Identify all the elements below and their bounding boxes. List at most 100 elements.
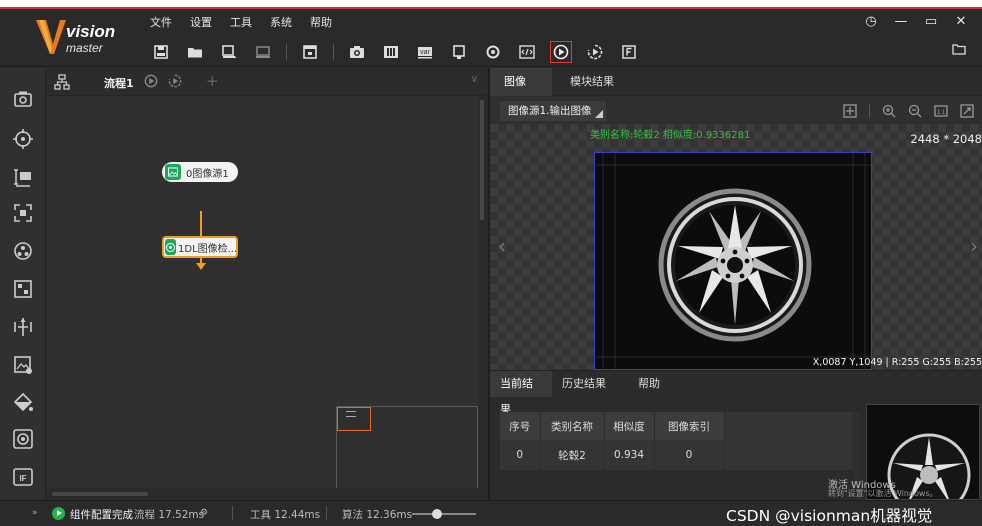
- toolbar-divider: [333, 44, 334, 60]
- controller-button[interactable]: [380, 41, 402, 63]
- column-header[interactable]: 图像索引: [654, 412, 725, 440]
- tab-module-result[interactable]: 模块结果: [556, 68, 628, 96]
- save-button[interactable]: [150, 41, 172, 63]
- actual-size-icon[interactable]: 1:1: [934, 104, 948, 118]
- import-icon: [256, 46, 270, 58]
- rail-measure[interactable]: [12, 166, 34, 188]
- table-cell: 0: [500, 440, 541, 470]
- camera-icon: [14, 91, 32, 107]
- image-viewer[interactable]: 类别名称:轮毂2 相似度:0.9336281 2448 * 2048 ‹ › X…: [490, 124, 982, 370]
- menu-help[interactable]: 帮助: [310, 14, 332, 30]
- flow-vertical-scrollbar[interactable]: [478, 96, 486, 488]
- tab-help[interactable]: 帮助: [628, 371, 670, 397]
- column-header-filler: [724, 412, 854, 440]
- expand-icon[interactable]: »: [32, 508, 38, 518]
- time-settings-icon[interactable]: ⚙: [200, 508, 208, 518]
- node-label: 1DL图像检...: [178, 243, 238, 255]
- variable-button[interactable]: var: [414, 41, 436, 63]
- scrollbar-thumb[interactable]: [480, 100, 484, 220]
- menu-system[interactable]: 系统: [270, 14, 292, 30]
- column-header[interactable]: 类别名称: [540, 412, 605, 440]
- add-flow-button[interactable]: +: [206, 72, 219, 90]
- tab-history-result[interactable]: 历史结果: [552, 371, 616, 397]
- menu-file[interactable]: 文件: [150, 14, 172, 30]
- scan-icon: [14, 204, 32, 222]
- rail-location[interactable]: [12, 128, 34, 150]
- fit-view-icon[interactable]: [843, 104, 857, 118]
- close-button[interactable]: ✕: [954, 14, 968, 29]
- script-button[interactable]: [516, 41, 538, 63]
- loop-flow-icon[interactable]: [168, 74, 182, 88]
- zoom-out-icon[interactable]: [908, 104, 922, 118]
- help-clock-icon[interactable]: ◷: [864, 14, 878, 29]
- restore-button[interactable]: ▭: [924, 14, 938, 29]
- flow-tree-icon[interactable]: [54, 74, 70, 90]
- open-button[interactable]: [184, 41, 206, 63]
- run-once-button[interactable]: [550, 41, 572, 63]
- save-as-button[interactable]: [218, 41, 240, 63]
- menu-tools[interactable]: 工具: [230, 14, 252, 30]
- run-flow-icon[interactable]: [144, 74, 158, 88]
- rail-image-process[interactable]: [12, 354, 34, 376]
- run-loop-button[interactable]: [584, 41, 606, 63]
- global-variable-button[interactable]: [299, 41, 321, 63]
- controller-icon: [384, 46, 398, 58]
- rail-logic[interactable]: IF: [12, 466, 34, 488]
- image-tabs: 图像 模块结果: [490, 68, 982, 96]
- flow-node-dl-detection[interactable]: 1DL图像检...: [162, 236, 238, 258]
- play-circle-icon: [553, 44, 569, 60]
- tool-divider: [869, 104, 870, 118]
- connector-arrow-icon: [196, 263, 206, 270]
- rail-deep-learning[interactable]: [12, 240, 34, 262]
- slider-knob[interactable]: [432, 509, 442, 519]
- wheel-image: [595, 153, 871, 369]
- open-folder-button[interactable]: [952, 43, 966, 58]
- camera-manager-button[interactable]: [346, 41, 368, 63]
- speed-slider[interactable]: [412, 509, 476, 519]
- column-header[interactable]: 序号: [500, 412, 541, 440]
- fullscreen-icon[interactable]: [960, 104, 974, 118]
- next-image-button[interactable]: ›: [970, 234, 978, 258]
- rail-color[interactable]: [12, 392, 34, 414]
- settings-button[interactable]: [482, 41, 504, 63]
- wheel-photo: [594, 152, 872, 370]
- zoom-in-icon[interactable]: [882, 104, 896, 118]
- minimap-viewport[interactable]: [337, 407, 371, 431]
- measure-icon: [14, 169, 31, 187]
- table-cell: 轮毂2: [540, 440, 605, 470]
- communication-button[interactable]: [448, 41, 470, 63]
- flow-horizontal-scrollbar[interactable]: [46, 488, 486, 500]
- window-icon: [303, 45, 317, 59]
- tab-image[interactable]: 图像: [490, 68, 552, 96]
- table-cell: 0: [654, 440, 725, 470]
- target-icon: [13, 129, 33, 149]
- table-cell: 0.934: [604, 440, 655, 470]
- menu-settings[interactable]: 设置: [190, 14, 212, 30]
- svg-text:1:1: 1:1: [937, 110, 946, 116]
- result-tabs: 当前结果 历史结果 帮助: [490, 370, 982, 416]
- rail-recognition[interactable]: [12, 202, 34, 224]
- chevron-down-icon[interactable]: ∨: [471, 74, 478, 85]
- minimize-button[interactable]: —: [894, 14, 908, 29]
- gear-icon: [486, 45, 500, 59]
- column-header[interactable]: 相似度: [604, 412, 655, 440]
- import-button[interactable]: [252, 41, 274, 63]
- main-toolbar: var: [150, 41, 652, 63]
- tab-flow-1[interactable]: 流程1: [104, 75, 134, 91]
- flow-node-image-source[interactable]: 0图像源1: [162, 162, 238, 182]
- var-icon: var: [418, 47, 432, 59]
- format-button[interactable]: [618, 41, 640, 63]
- rail-calibration[interactable]: [12, 278, 34, 300]
- rail-image-source[interactable]: [12, 88, 34, 110]
- save-as-icon: [222, 45, 237, 59]
- tab-current-result[interactable]: 当前结果: [490, 371, 552, 416]
- prev-image-button[interactable]: ‹: [498, 234, 506, 258]
- scrollbar-thumb[interactable]: [52, 492, 148, 496]
- image-source-select[interactable]: 图像源1.输出图像: [500, 101, 606, 121]
- rail-defect[interactable]: [12, 428, 34, 450]
- rail-alignment[interactable]: [12, 316, 34, 338]
- tool-rail: IF: [0, 68, 46, 500]
- title-bar: vision master 文件 设置 工具 系统 帮助 var ◷ — ▭ ✕: [0, 9, 982, 67]
- table-row[interactable]: 0 轮毂2 0.934 0: [500, 440, 854, 470]
- flow-canvas[interactable]: 0图像源1 1DL图像检... ↘: [46, 96, 478, 518]
